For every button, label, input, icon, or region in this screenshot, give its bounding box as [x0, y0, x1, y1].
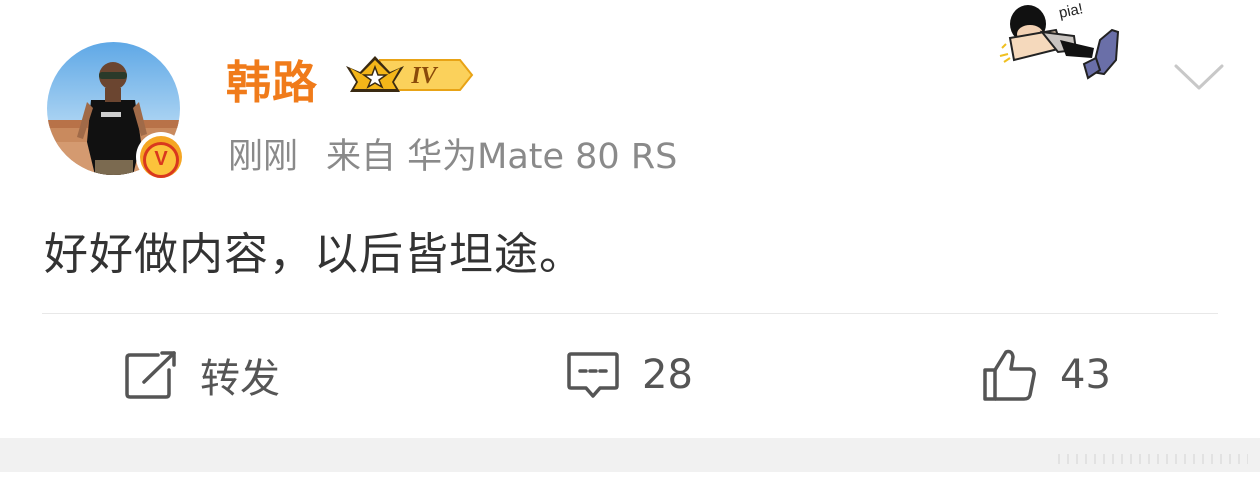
next-post-top [0, 472, 1260, 485]
like-icon [983, 349, 1036, 401]
comment-button[interactable]: 28 [566, 345, 693, 405]
verified-icon: V [140, 136, 182, 178]
verified-badge: V [136, 132, 186, 182]
feed-separator [0, 438, 1260, 485]
vip-crown-badge[interactable]: IV [344, 52, 476, 98]
comment-icon [567, 352, 619, 398]
divider [42, 313, 1218, 314]
like-count: 43 [1060, 352, 1111, 398]
repost-label: 转发 [200, 356, 280, 402]
chevron-down-icon [1174, 64, 1224, 90]
sticker-decoration: pia! [996, 0, 1136, 88]
comment-count: 28 [642, 352, 693, 398]
repost-icon [125, 351, 176, 399]
post-source[interactable]: 来自 华为Mate 80 RS [326, 137, 677, 177]
author-name[interactable]: 韩路 [226, 46, 318, 111]
repost-button[interactable]: 转发 [124, 345, 280, 405]
post-content: 好好做内容，以后皆坦途。 [44, 229, 584, 280]
sticker-text: pia! [1057, 0, 1084, 22]
more-options-button[interactable] [1172, 60, 1226, 94]
vip-crown-icon: IV [346, 56, 474, 92]
post-meta: 刚刚 来自 华为Mate 80 RS [228, 128, 677, 179]
next-post-edge [1058, 454, 1248, 464]
weibo-post-card: V 韩路 IV 刚刚 来自 华为Mate 80 RS pia! 好好做内容，以后… [0, 0, 1260, 438]
like-button[interactable]: 43 [982, 345, 1111, 405]
vip-level-text: IV [410, 63, 438, 89]
post-time: 刚刚 [228, 137, 299, 177]
